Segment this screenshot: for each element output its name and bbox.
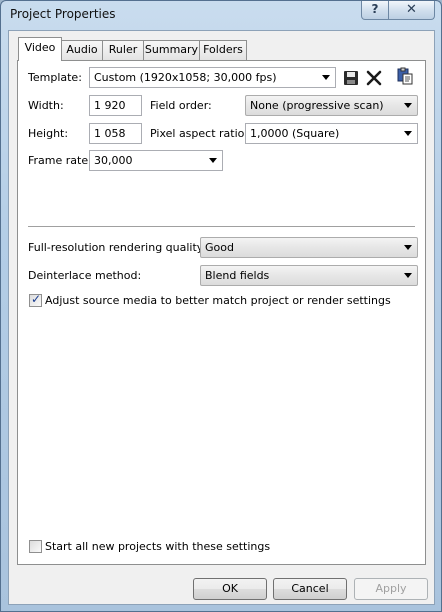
- chevron-down-icon: [404, 131, 412, 136]
- template-select[interactable]: Custom (1920x1058; 30,000 fps): [89, 67, 336, 88]
- frame-rate-label: Frame rate:: [28, 154, 92, 167]
- render-quality-select[interactable]: Good: [200, 237, 418, 258]
- help-button[interactable]: ?: [361, 1, 389, 20]
- field-order-value: None (progressive scan): [250, 99, 384, 112]
- field-order-select[interactable]: None (progressive scan): [245, 95, 418, 116]
- save-icon[interactable]: [342, 69, 360, 87]
- tab-summary[interactable]: Summary: [143, 40, 200, 60]
- pixel-aspect-select[interactable]: 1,0000 (Square): [245, 123, 418, 144]
- deinterlace-label: Deinterlace method:: [28, 269, 142, 282]
- height-field[interactable]: 1 058: [89, 123, 142, 144]
- tab-folders[interactable]: Folders: [199, 40, 247, 60]
- adjust-source-checkbox[interactable]: ✓: [29, 292, 42, 307]
- chevron-down-icon: [322, 75, 330, 80]
- width-field[interactable]: 1 920: [89, 95, 142, 116]
- chevron-down-icon: [404, 273, 412, 278]
- delete-icon[interactable]: [365, 69, 383, 87]
- apply-button[interactable]: Apply: [354, 578, 428, 600]
- tab-ruler[interactable]: Ruler: [102, 40, 144, 60]
- deinterlace-value: Blend fields: [205, 269, 270, 282]
- project-properties-window: Project Properties ? ✕ Video Audio Ruler…: [0, 0, 442, 612]
- field-order-label: Field order:: [150, 99, 212, 112]
- separator: [28, 226, 415, 228]
- checkmark-icon: ✓: [31, 292, 42, 306]
- render-quality-label: Full-resolution rendering quality:: [28, 241, 207, 254]
- pixel-aspect-label: Pixel aspect ratio:: [150, 127, 249, 140]
- tab-audio[interactable]: Audio: [61, 40, 103, 60]
- dialog-body: Video Audio Ruler Summary Folders Templa…: [8, 30, 435, 605]
- height-label: Height:: [28, 127, 69, 140]
- chevron-down-icon: [209, 158, 217, 163]
- window-title: Project Properties: [10, 7, 116, 21]
- paste-icon[interactable]: [396, 67, 414, 85]
- template-value: Custom (1920x1058; 30,000 fps): [94, 71, 277, 84]
- frame-rate-value: 30,000: [94, 154, 133, 167]
- title-bar[interactable]: Project Properties ? ✕: [1, 1, 441, 29]
- pixel-aspect-value: 1,0000 (Square): [250, 127, 340, 140]
- adjust-source-label[interactable]: Adjust source media to better match proj…: [45, 294, 391, 307]
- start-all-label[interactable]: Start all new projects with these settin…: [45, 540, 270, 553]
- render-quality-value: Good: [205, 241, 234, 254]
- start-all-checkbox[interactable]: [29, 540, 42, 553]
- template-label: Template:: [28, 71, 82, 84]
- cancel-button[interactable]: Cancel: [273, 578, 347, 600]
- chevron-down-icon: [404, 103, 412, 108]
- chevron-down-icon: [404, 245, 412, 250]
- width-label: Width:: [28, 99, 64, 112]
- ok-button[interactable]: OK: [193, 578, 267, 600]
- tab-video[interactable]: Video: [18, 37, 62, 61]
- deinterlace-select[interactable]: Blend fields: [200, 265, 418, 286]
- close-button[interactable]: ✕: [388, 1, 435, 20]
- frame-rate-select[interactable]: 30,000: [89, 150, 223, 171]
